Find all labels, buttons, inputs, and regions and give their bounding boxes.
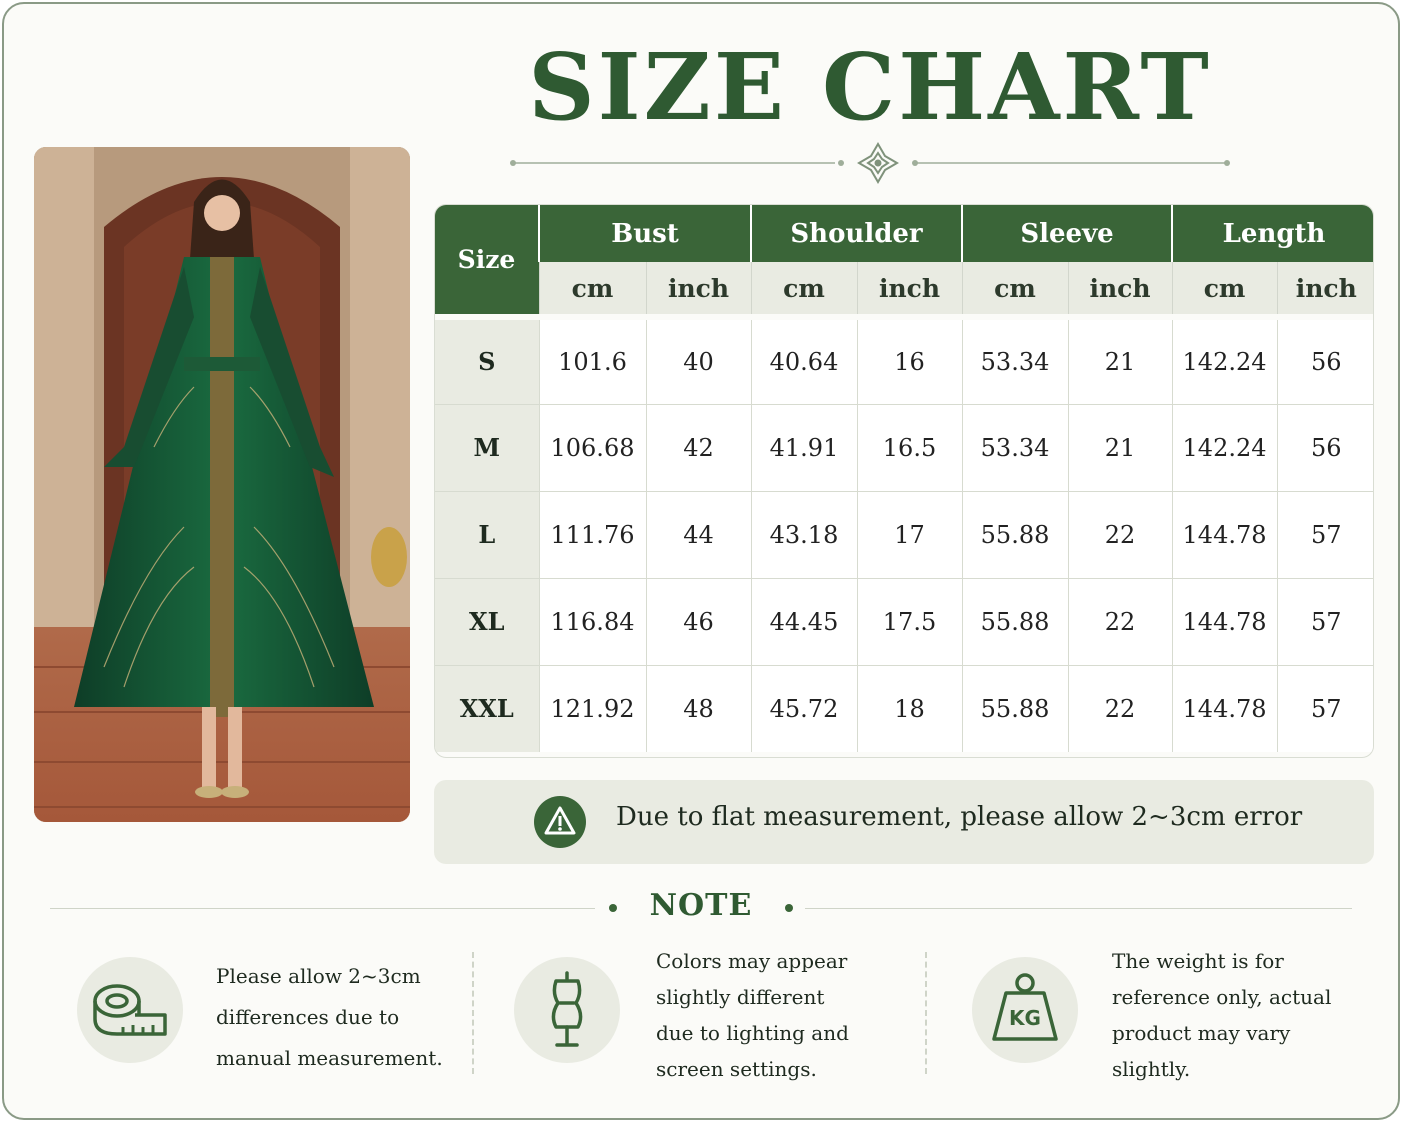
table-cell: 111.76 bbox=[538, 490, 646, 578]
table-cell: 40.64 bbox=[750, 316, 857, 404]
size-column-header: Size bbox=[435, 205, 539, 320]
table-cell: 57 bbox=[1276, 664, 1373, 752]
note-line: differences due to bbox=[216, 1005, 400, 1029]
table-cell: 43.18 bbox=[750, 490, 857, 578]
kg-label: KG bbox=[1009, 1006, 1041, 1030]
unit-header: cm bbox=[1171, 262, 1278, 320]
note-line: Colors may appear bbox=[656, 949, 848, 973]
table-cell: 16 bbox=[856, 316, 963, 404]
table-cell: 46 bbox=[645, 577, 751, 665]
unit-header: cm bbox=[538, 262, 646, 320]
table-cell: 144.78 bbox=[1171, 577, 1278, 665]
table-cell: 18 bbox=[856, 664, 963, 752]
note-line: manual measurement. bbox=[216, 1046, 443, 1070]
unit-header: inch bbox=[1067, 262, 1173, 320]
table-cell: 144.78 bbox=[1171, 664, 1278, 752]
table-cell: 53.34 bbox=[961, 403, 1069, 491]
note-title: NOTE bbox=[649, 888, 753, 923]
table-cell: 55.88 bbox=[961, 490, 1069, 578]
note-dot-left bbox=[609, 904, 617, 912]
note-line: reference only, actual bbox=[1112, 985, 1332, 1009]
table-cell: 101.6 bbox=[538, 316, 646, 404]
note-text-3: The weight is for reference only, actual… bbox=[1112, 943, 1331, 1087]
notice-text: Due to flat measurement, please allow 2~… bbox=[616, 802, 1303, 832]
mannequin-icon bbox=[514, 957, 620, 1063]
table-row: M 106.68 42 41.91 16.5 53.34 21 142.24 5… bbox=[435, 403, 1373, 491]
weight-kg-icon: KG bbox=[972, 957, 1078, 1063]
table-cell: 106.68 bbox=[538, 403, 646, 491]
title-ornament bbox=[510, 142, 1230, 184]
unit-header: cm bbox=[961, 262, 1069, 320]
note-line: slightly different bbox=[656, 985, 825, 1009]
note-dot-right bbox=[785, 904, 793, 912]
note-text-1: Please allow 2~3cm differences due to ma… bbox=[216, 956, 443, 1079]
bust-header: Bust bbox=[538, 205, 751, 262]
length-header: Length bbox=[1171, 205, 1373, 262]
table-cell: 48 bbox=[645, 664, 751, 752]
note-line: Please allow 2~3cm bbox=[216, 964, 421, 988]
shoulder-header: Shoulder bbox=[749, 205, 963, 262]
table-row: XL 116.84 46 44.45 17.5 55.88 22 144.78 … bbox=[435, 577, 1373, 665]
table-cell: 57 bbox=[1276, 577, 1373, 665]
size-label: XXL bbox=[435, 664, 539, 752]
table-cell: 44.45 bbox=[750, 577, 857, 665]
note-line: screen settings. bbox=[656, 1057, 817, 1081]
unit-header: inch bbox=[1276, 262, 1373, 320]
note-divider-left bbox=[50, 908, 595, 909]
unit-header: inch bbox=[645, 262, 751, 320]
size-label: L bbox=[435, 490, 539, 578]
size-label: XL bbox=[435, 577, 539, 665]
table-cell: 44 bbox=[645, 490, 751, 578]
table-cell: 22 bbox=[1067, 664, 1173, 752]
note-line: The weight is for bbox=[1112, 949, 1284, 973]
note-separator bbox=[472, 952, 474, 1074]
table-cell: 40 bbox=[645, 316, 751, 404]
table-row: S 101.6 40 40.64 16 53.34 21 142.24 56 bbox=[435, 316, 1373, 404]
model-photo-illustration bbox=[34, 147, 410, 822]
table-cell: 22 bbox=[1067, 577, 1173, 665]
measuring-tape-icon bbox=[77, 957, 183, 1063]
model-photo bbox=[34, 147, 410, 822]
table-cell: 17 bbox=[856, 490, 963, 578]
note-separator bbox=[925, 952, 927, 1074]
page-title: SIZE CHART bbox=[528, 33, 1212, 141]
unit-header: cm bbox=[750, 262, 857, 320]
table-cell: 116.84 bbox=[538, 577, 646, 665]
table-cell: 57 bbox=[1276, 490, 1373, 578]
size-label: S bbox=[435, 316, 539, 404]
table-cell: 21 bbox=[1067, 403, 1173, 491]
table-cell: 144.78 bbox=[1171, 490, 1278, 578]
table-cell: 21 bbox=[1067, 316, 1173, 404]
unit-header: inch bbox=[856, 262, 963, 320]
note-text-2: Colors may appear slightly different due… bbox=[656, 943, 849, 1087]
table-cell: 56 bbox=[1276, 403, 1373, 491]
table-cell: 142.24 bbox=[1171, 403, 1278, 491]
size-table: Size Bust Shoulder Sleeve Length cm inch… bbox=[434, 204, 1374, 758]
table-cell: 16.5 bbox=[856, 403, 963, 491]
table-cell: 45.72 bbox=[750, 664, 857, 752]
table-row: L 111.76 44 43.18 17 55.88 22 144.78 57 bbox=[435, 490, 1373, 578]
note-line: due to lighting and bbox=[656, 1021, 849, 1045]
table-cell: 17.5 bbox=[856, 577, 963, 665]
measurement-notice: Due to flat measurement, please allow 2~… bbox=[434, 780, 1374, 864]
note-line: slightly. bbox=[1112, 1057, 1191, 1081]
table-cell: 41.91 bbox=[750, 403, 857, 491]
size-label: M bbox=[435, 403, 539, 491]
table-cell: 142.24 bbox=[1171, 316, 1278, 404]
note-divider-right bbox=[805, 908, 1352, 909]
table-cell: 22 bbox=[1067, 490, 1173, 578]
table-cell: 56 bbox=[1276, 316, 1373, 404]
table-row: XXL 121.92 48 45.72 18 55.88 22 144.78 5… bbox=[435, 664, 1373, 752]
table-cell: 53.34 bbox=[961, 316, 1069, 404]
table-cell: 55.88 bbox=[961, 577, 1069, 665]
table-cell: 42 bbox=[645, 403, 751, 491]
sleeve-header: Sleeve bbox=[961, 205, 1173, 262]
table-cell: 121.92 bbox=[538, 664, 646, 752]
note-line: product may vary bbox=[1112, 1021, 1291, 1045]
warning-icon bbox=[534, 796, 586, 848]
table-cell: 55.88 bbox=[961, 664, 1069, 752]
